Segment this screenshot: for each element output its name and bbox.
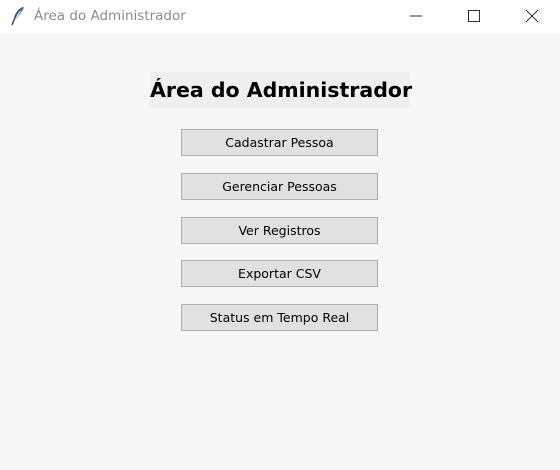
minimize-icon [410,15,422,17]
exportar-csv-button[interactable]: Exportar CSV [181,260,378,287]
title-bar[interactable]: Área do Administrador [0,0,560,33]
app-window: Área do Administrador Área do Administra… [0,0,560,470]
cadastrar-pessoa-button[interactable]: Cadastrar Pessoa [181,129,378,156]
status-tempo-real-button[interactable]: Status em Tempo Real [181,304,378,331]
maximize-icon [468,10,480,22]
ver-registros-button[interactable]: Ver Registros [181,217,378,244]
close-icon [525,9,539,23]
minimize-button[interactable] [388,0,444,33]
feather-icon [9,6,27,26]
close-button[interactable] [504,0,560,33]
gerenciar-pessoas-button[interactable]: Gerenciar Pessoas [181,173,378,200]
window-title: Área do Administrador [34,8,186,24]
page-title: Área do Administrador [150,72,412,108]
maximize-button[interactable] [446,0,502,33]
